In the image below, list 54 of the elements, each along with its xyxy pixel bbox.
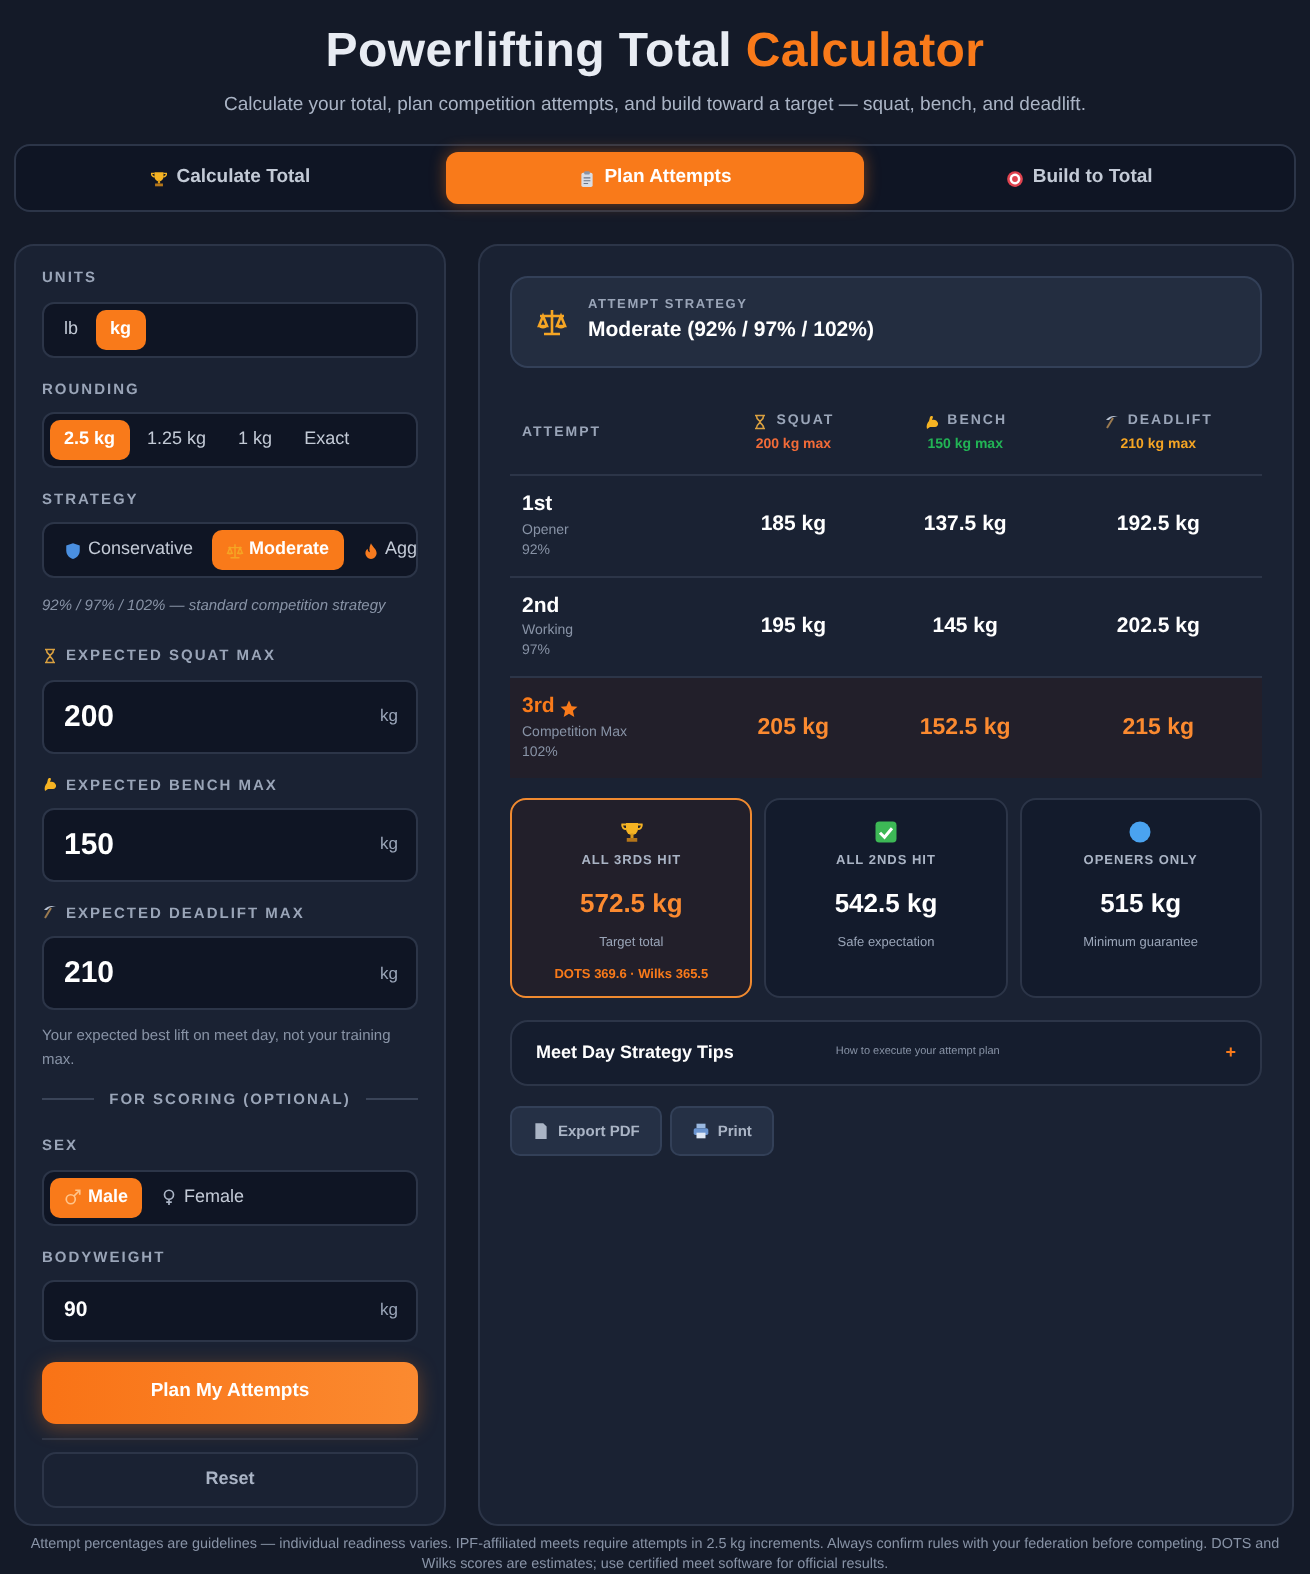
- option-button[interactable]: Conservative: [50, 530, 208, 570]
- male-symbol-icon: [64, 1188, 82, 1206]
- document-icon: [532, 1122, 550, 1140]
- option-button[interactable]: Exact: [290, 419, 364, 460]
- tab[interactable]: Calculate Total: [22, 152, 439, 205]
- weight-value: 195 kg: [760, 613, 827, 637]
- strategy-value: Moderate (92% / 97% / 102%): [588, 316, 874, 346]
- total-value: 515 kg: [1100, 885, 1182, 922]
- unit-label: kg: [380, 831, 398, 858]
- weight-value: 202.5 kg: [1116, 613, 1200, 637]
- hourglass-icon: [752, 414, 769, 430]
- circle-icon: [1128, 820, 1153, 844]
- expand-toggle[interactable]: +: [1225, 1039, 1236, 1067]
- option-button[interactable]: 1 kg: [224, 419, 287, 460]
- pickaxe-icon: [42, 904, 58, 921]
- checkmark-icon: [873, 820, 898, 844]
- clipboard-icon: [578, 169, 597, 188]
- total-value: 542.5 kg: [834, 885, 938, 922]
- unit-label: kg: [380, 960, 398, 986]
- trophy-icon: [150, 169, 169, 188]
- accordion-title: Meet Day Strategy Tips: [536, 1039, 736, 1066]
- flexed-arm-icon: [42, 776, 58, 793]
- shield-icon: [64, 541, 82, 559]
- option-button[interactable]: 1.25 kg: [133, 419, 221, 460]
- weight-value: 185 kg: [760, 511, 827, 536]
- pickaxe-icon: [1103, 414, 1120, 430]
- printer-icon: [691, 1122, 710, 1140]
- target-icon: [1006, 169, 1025, 188]
- hourglass-icon: [42, 647, 58, 664]
- female-symbol-icon: [160, 1188, 179, 1206]
- scale-icon: [225, 541, 244, 559]
- weight-value: 152.5 kg: [919, 715, 1011, 739]
- tab[interactable]: Build to Total: [871, 152, 1288, 205]
- flame-icon: [361, 541, 380, 559]
- trophy-icon: [619, 820, 644, 844]
- subtitle: Calculate your total, plan competition attempts, and build toward a target — squat, bench, and deadlift.: [222, 92, 1088, 120]
- option-button[interactable]: Agg: [347, 530, 416, 570]
- page-title: Powerlifting Total Calculator: [325, 24, 985, 78]
- option-button[interactable]: Female: [146, 1177, 259, 1217]
- reset-button[interactable]: Reset: [42, 1451, 418, 1508]
- weight-value: 145 kg: [932, 613, 998, 637]
- weight-value: 205 kg: [757, 715, 830, 739]
- total-value: 572.5 kg: [580, 885, 683, 922]
- unit-label: kg: [380, 703, 398, 729]
- weight-value: 215 kg: [1122, 715, 1195, 739]
- unit-label: kg: [380, 1297, 398, 1324]
- weight-value: 137.5 kg: [923, 511, 1007, 536]
- option-button[interactable]: lb: [50, 309, 93, 349]
- attempt-label: 2nd: [522, 591, 560, 621]
- weight-value: 192.5 kg: [1116, 511, 1200, 536]
- scale-icon: [536, 306, 568, 338]
- flexed-arm-icon: [923, 414, 940, 430]
- attempt-label: 1st: [522, 489, 553, 520]
- attempt-label: 3rd: [522, 692, 555, 723]
